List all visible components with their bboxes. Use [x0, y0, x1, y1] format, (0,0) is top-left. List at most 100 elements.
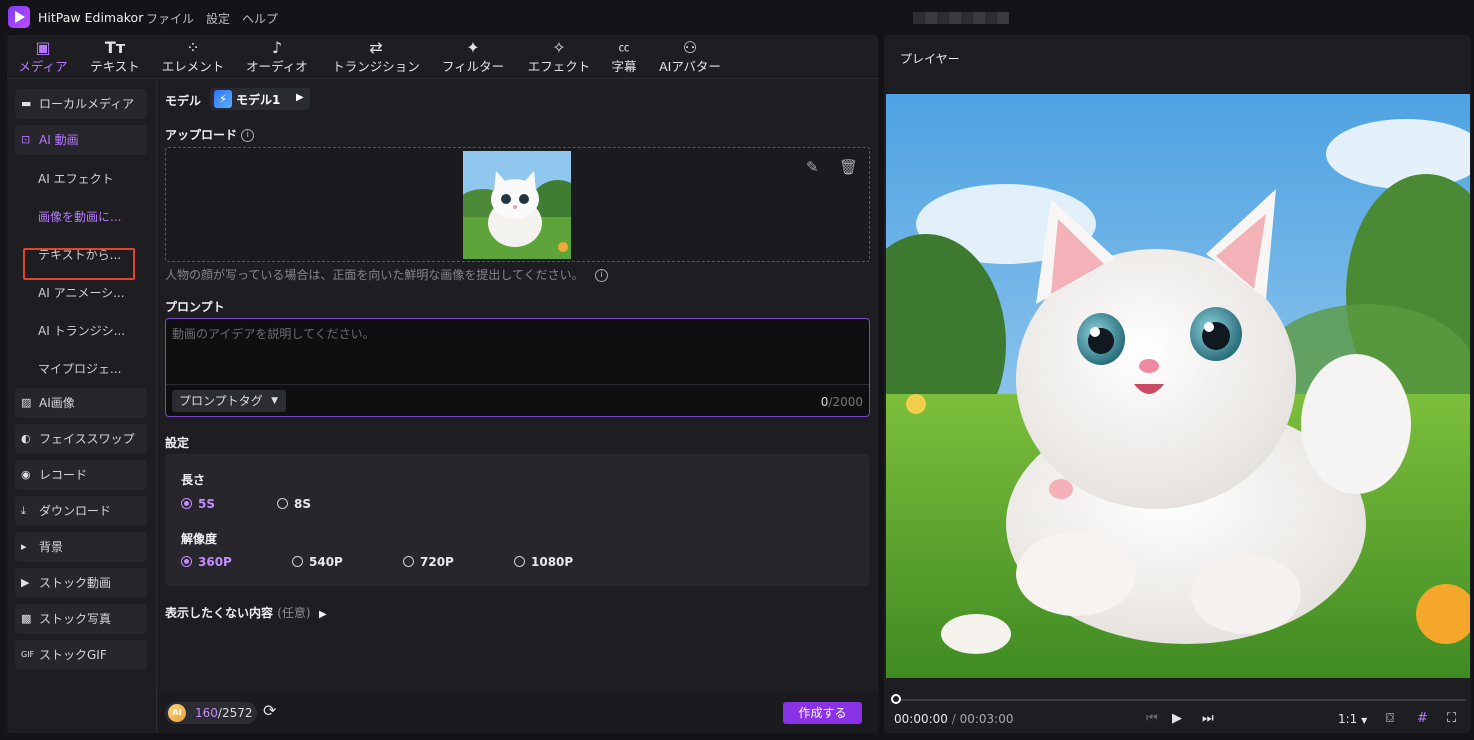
menu-help[interactable]: ヘルプ	[242, 10, 278, 27]
sidebar-item-record[interactable]: ◉ レコード	[15, 460, 147, 490]
sidebar-sub-ai-transition[interactable]: AI トランジシ...	[38, 322, 125, 339]
sidebar-item-ai-video[interactable]: ⊡ AI 動画	[15, 125, 147, 155]
aspect-ratio-dropdown[interactable]: 1:1 ▼	[1338, 712, 1367, 726]
time-display: 00:00:00 / 00:03:00	[894, 712, 1014, 726]
radio-icon	[514, 556, 525, 567]
player-panel: プレイヤー 00:00:00 / 00:03:00 ⏮ ▶ ⏭ 1:1 ▼ ⌼ …	[884, 35, 1471, 733]
tab-media[interactable]: ▣ メディア	[17, 37, 69, 79]
create-button[interactable]: 作成する	[783, 702, 862, 724]
grid-icon[interactable]: #	[1417, 711, 1428, 726]
sidebar-item-face-swap[interactable]: ◐ フェイススワップ	[15, 424, 147, 454]
tab-filter[interactable]: ✦ フィルター	[439, 37, 507, 79]
resolution-option-360p[interactable]: 360P	[181, 555, 232, 569]
prompt-textarea[interactable]: 動画のアイデアを説明してください。 プロンプトタグ ▼ 0/2000	[165, 318, 870, 417]
sidebar-item-stock-video[interactable]: ▶ ストック動画	[15, 568, 147, 598]
avatar-icon: ⚇	[682, 38, 698, 57]
tab-effect[interactable]: ✧ エフェクト	[525, 37, 593, 79]
sidebar-item-stock-photo[interactable]: ▩ ストック写真	[15, 604, 147, 634]
prompt-counter: 0/2000	[820, 395, 863, 409]
model-selector[interactable]: ⚡ モデル1 ▶	[210, 88, 310, 110]
uploaded-image-thumbnail	[463, 151, 571, 259]
sidebar-item-ai-image[interactable]: ▨ AI画像	[15, 388, 147, 418]
divider	[166, 384, 869, 385]
caret-down-icon: ▼	[1361, 716, 1368, 725]
radio-icon	[292, 556, 303, 567]
content-footer: AI 160/2572 ⟳ 作成する	[158, 692, 878, 733]
prompt-placeholder: 動画のアイデアを説明してください。	[172, 327, 375, 341]
tab-subtitle[interactable]: ㏄字幕	[607, 37, 641, 79]
coin-icon: AI	[168, 704, 186, 722]
menu-file[interactable]: ファイル	[146, 10, 194, 27]
folder-icon: ▬	[21, 97, 32, 110]
text-icon: Tт	[104, 38, 126, 57]
model-name: モデル1	[236, 93, 281, 107]
element-icon: ⁘	[186, 38, 200, 57]
main-content: モデル ⚡ モデル1 ▶ アップロード i ✎ 🗑 人物の顔が写っている場合は、…	[158, 80, 878, 733]
upload-dropzone[interactable]: ✎ 🗑	[165, 147, 870, 262]
caret-down-icon: ▼	[271, 396, 278, 406]
resolution-option-540p[interactable]: 540P	[292, 555, 343, 569]
ai-image-icon: ▨	[21, 396, 32, 409]
face-swap-icon: ◐	[21, 432, 31, 445]
prev-frame-icon[interactable]: ⏮	[1146, 711, 1158, 726]
length-label: 長さ	[181, 473, 206, 487]
gif-icon: GIF	[21, 650, 35, 659]
radio-icon	[277, 498, 288, 509]
fullscreen-icon[interactable]: ⛶	[1447, 711, 1456, 726]
blurred-title	[913, 12, 1009, 24]
sidebar: ▬ ローカルメディア ⊡ AI 動画 AI エフェクト 画像を動画に... テキスト…	[7, 80, 157, 733]
length-option-8s[interactable]: 8S	[277, 497, 311, 511]
scrubber-handle[interactable]	[891, 694, 901, 704]
radio-icon	[181, 498, 192, 509]
scrubber-track[interactable]	[894, 699, 1466, 701]
sidebar-item-local-media[interactable]: ▬ ローカルメディア	[15, 89, 147, 119]
sidebar-item-background[interactable]: ▸ 背景	[15, 532, 147, 562]
left-panel: ▣ メディア Tт テキスト ⁘ エレメント ♪ オーディオ ⇄ トランジション ✦ フィル…	[7, 35, 878, 733]
camera-icon[interactable]: ⌼	[1386, 711, 1394, 726]
chevron-right-icon: ▶	[318, 609, 327, 620]
sidebar-item-download[interactable]: ⤓ ダウンロード	[15, 496, 147, 526]
filter-icon: ✦	[466, 38, 480, 57]
top-tabs: ▣ メディア Tт テキスト ⁘ エレメント ♪ オーディオ ⇄ トランジション ✦ フィル…	[7, 35, 878, 79]
video-preview	[886, 94, 1470, 678]
next-frame-icon[interactable]: ⏭	[1202, 711, 1214, 726]
refresh-icon[interactable]: ⟳	[263, 701, 276, 720]
sidebar-sub-ai-animation[interactable]: AI アニメーシ...	[38, 284, 125, 301]
sidebar-sub-my-projects[interactable]: マイプロジェ...	[38, 360, 121, 377]
prompt-tag-dropdown[interactable]: プロンプトタグ ▼	[172, 390, 286, 412]
settings-panel: 長さ 5S 8S 解像度 360P 540P 720P 1080P	[165, 454, 870, 586]
stock-video-icon: ▶	[21, 576, 30, 589]
resolution-label: 解像度	[181, 532, 218, 546]
sidebar-sub-ai-effect[interactable]: AI エフェクト	[38, 170, 114, 187]
app-logo-icon	[8, 6, 30, 28]
resolution-option-1080p[interactable]: 1080P	[514, 555, 573, 569]
download-icon: ⤓	[21, 504, 26, 517]
radio-icon	[181, 556, 192, 567]
tab-ai-avatar[interactable]: ⚇ AIアバター	[655, 37, 725, 79]
menu-settings[interactable]: 設定	[206, 10, 230, 27]
sidebar-sub-image-to-video[interactable]: 画像を動画に...	[38, 208, 121, 225]
effect-icon: ✧	[552, 38, 566, 57]
play-icon[interactable]: ▶	[1172, 711, 1182, 726]
tab-element[interactable]: ⁘ エレメント	[159, 37, 227, 79]
info-icon[interactable]: i	[595, 269, 609, 282]
lightning-icon: ⚡	[214, 90, 232, 108]
upload-hint: 人物の顔が写っている場合は、正面を向いた鮮明な画像を提出してください。 i	[165, 266, 609, 283]
length-option-5s[interactable]: 5S	[181, 497, 215, 511]
info-icon[interactable]: i	[241, 129, 255, 142]
app-name: HitPaw Edimakor	[38, 10, 144, 25]
delete-icon[interactable]: 🗑	[839, 158, 858, 176]
sidebar-sub-text-to-video[interactable]: テキストから...	[38, 246, 121, 263]
title-bar: HitPaw Edimakor ファイル 設定 ヘルプ	[0, 0, 1474, 34]
stock-photo-icon: ▩	[21, 612, 32, 625]
tab-audio[interactable]: ♪ オーディオ	[243, 37, 311, 79]
tab-text[interactable]: Tт テキスト	[87, 37, 143, 79]
settings-label: 設定	[165, 436, 190, 450]
tab-transition[interactable]: ⇄ トランジション	[329, 37, 423, 79]
edit-icon[interactable]: ✎	[806, 158, 824, 176]
negative-prompt-toggle[interactable]: 表示したくない内容 (任意) ▶	[165, 604, 327, 621]
credits-badge: AI 160/2572	[165, 702, 257, 724]
sidebar-item-stock-gif[interactable]: GIF ストックGIF	[15, 640, 147, 670]
resolution-option-720p[interactable]: 720P	[403, 555, 454, 569]
prompt-label: プロンプト	[165, 300, 225, 314]
